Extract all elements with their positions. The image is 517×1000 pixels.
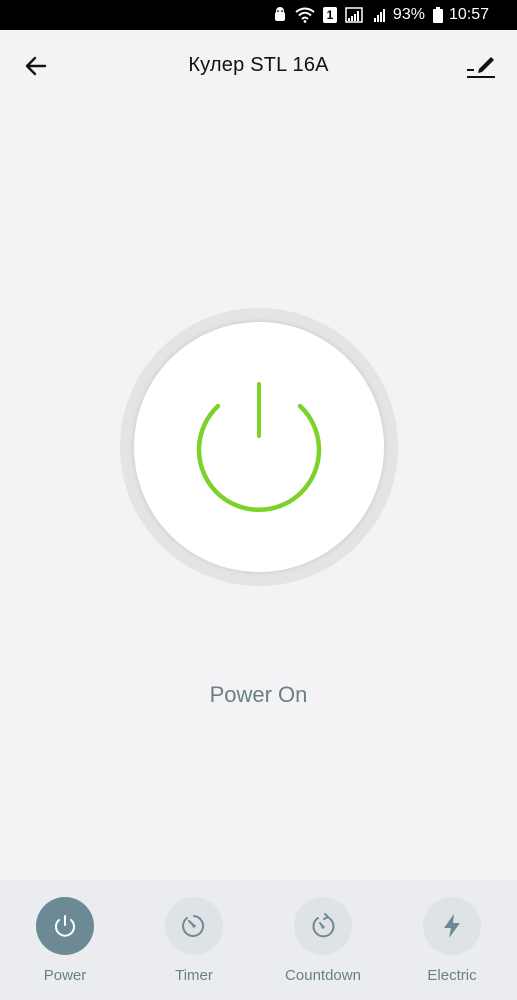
signal-bars-icon	[373, 7, 387, 23]
sim-badge: 1	[322, 7, 337, 23]
app-bar: Кулер STL 16A	[0, 30, 517, 102]
power-icon	[55, 915, 75, 937]
sim-badge-label: 1	[322, 7, 337, 23]
page-title: Кулер STL 16A	[188, 54, 329, 76]
power-status-text: Power On	[209, 682, 308, 707]
android-icon	[273, 7, 287, 23]
pencil-icon	[467, 57, 495, 78]
tab-power-label: Power	[43, 967, 87, 984]
power-icon	[196, 382, 322, 512]
wifi-icon	[295, 7, 315, 23]
edit-button[interactable]	[465, 50, 497, 82]
signal-icon	[345, 7, 365, 23]
battery-percent: 93%	[392, 6, 425, 23]
status-bar: 1 93% 10:57	[0, 0, 517, 30]
tab-electric-label: Electric	[427, 967, 477, 984]
lightning-icon	[444, 914, 460, 938]
bottom-tab-bar: Power Timer Countdown Electric	[0, 880, 517, 1000]
tab-countdown-label: Countdown	[285, 967, 361, 984]
tab-electric[interactable]: Electric	[397, 897, 507, 997]
tab-power-circle	[36, 897, 94, 955]
tab-countdown-circle	[294, 897, 352, 955]
tab-countdown[interactable]: Countdown	[268, 897, 378, 997]
countdown-icon	[312, 913, 335, 938]
tab-power[interactable]: Power	[10, 897, 120, 997]
tab-timer[interactable]: Timer	[139, 897, 249, 997]
clock: 10:57	[448, 6, 489, 23]
timer-icon	[182, 915, 205, 937]
tab-timer-circle	[165, 897, 223, 955]
tab-electric-circle	[423, 897, 481, 955]
battery-icon	[432, 7, 443, 23]
tab-timer-label: Timer	[175, 967, 213, 984]
